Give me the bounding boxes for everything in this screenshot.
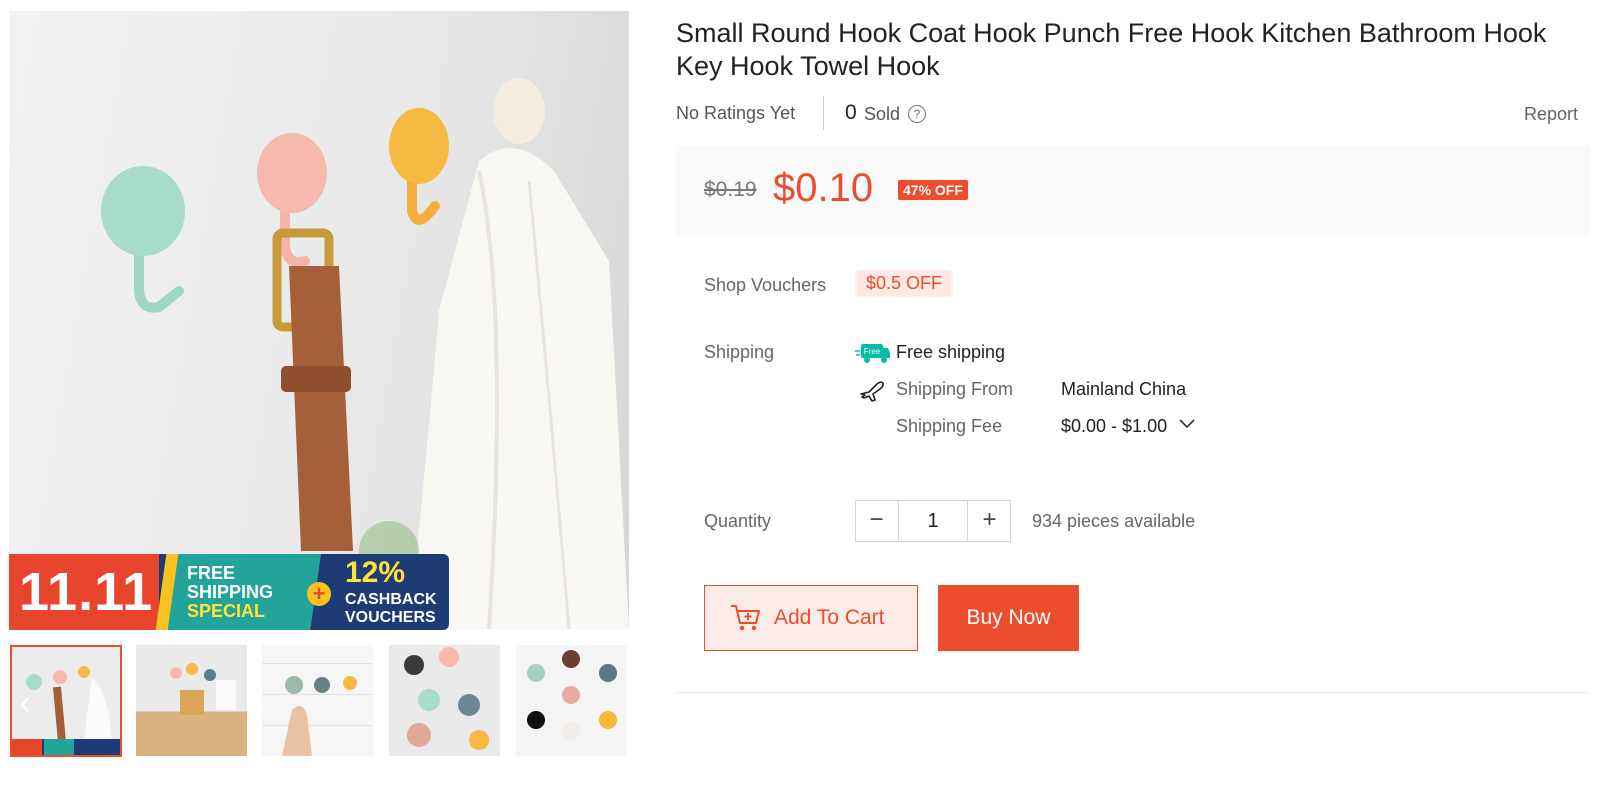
shipping-from-label: Shipping From — [896, 379, 1014, 399]
sold-label: Sold — [864, 104, 901, 124]
product-title: Small Round Hook Coat Hook Punch Free Ho… — [676, 18, 1547, 81]
stock-available-text: 934 pieces available — [1032, 511, 1196, 531]
thumbnail-4[interactable] — [389, 645, 500, 756]
banner-cashback-pct: 12% — [345, 556, 406, 589]
plus-icon: + — [307, 582, 331, 606]
original-price: $0.19 — [704, 178, 757, 201]
report-link[interactable]: Report — [1524, 104, 1578, 125]
current-price: $0.10 — [773, 166, 874, 210]
banner-cashback: CASHBACK VOUCHERS — [345, 591, 437, 626]
ratings-text: No Ratings Yet — [676, 103, 796, 123]
sold-count: 0 — [845, 101, 857, 124]
voucher-chip[interactable]: $0.5 OFF — [855, 270, 954, 297]
add-to-cart-icon — [731, 605, 760, 631]
divider — [823, 96, 824, 130]
quantity-label: Quantity — [704, 511, 772, 531]
free-shipping-text: Free shipping — [896, 342, 1006, 362]
add-to-cart-label[interactable]: Add To Cart — [774, 606, 885, 630]
shipping-from-value: Mainland China — [1061, 379, 1187, 399]
increase-quantity-button[interactable]: + — [968, 500, 1011, 542]
shipping-fee-value[interactable]: $0.00 - $1.00 — [1061, 416, 1167, 437]
buy-now-label[interactable]: Buy Now — [938, 606, 1079, 630]
banner-date: 11.11 — [19, 562, 154, 622]
shipping-label: Shipping — [704, 342, 775, 362]
shop-vouchers-label: Shop Vouchers — [704, 275, 827, 295]
free-shipping-truck-icon: Free — [855, 344, 890, 363]
chevron-down-icon[interactable] — [1178, 417, 1196, 431]
help-icon[interactable]: ? — [908, 105, 926, 123]
thumbnail-illustration — [404, 647, 489, 750]
thumbnail-2[interactable] — [136, 645, 247, 756]
thumbnail-illustration — [170, 663, 236, 715]
thumbnail-3[interactable] — [262, 645, 373, 756]
product-photo-illustration — [101, 78, 629, 629]
thumbnail-5[interactable] — [516, 645, 627, 756]
buy-now-button[interactable]: Buy Now — [938, 585, 1079, 651]
promo-banner: 11.11 FREE SHIPPING SPECIAL + 12% CASHBA… — [9, 554, 449, 630]
thumbnail-illustration — [282, 676, 357, 756]
section-divider — [676, 692, 1590, 693]
previous-arrow-icon[interactable]: ‹ — [10, 686, 40, 720]
discount-badge: 47% OFF — [898, 180, 968, 200]
decrease-quantity-button[interactable]: − — [855, 500, 898, 542]
main-product-image[interactable] — [9, 11, 629, 629]
quantity-input[interactable]: 1 — [898, 500, 968, 542]
banner-shipping: FREE SHIPPING SPECIAL — [187, 563, 274, 621]
shipping-fee-label: Shipping Fee — [896, 416, 1003, 436]
airplane-icon — [860, 381, 884, 402]
thumbnail-illustration — [527, 650, 617, 740]
free-tag: Free — [864, 347, 881, 356]
